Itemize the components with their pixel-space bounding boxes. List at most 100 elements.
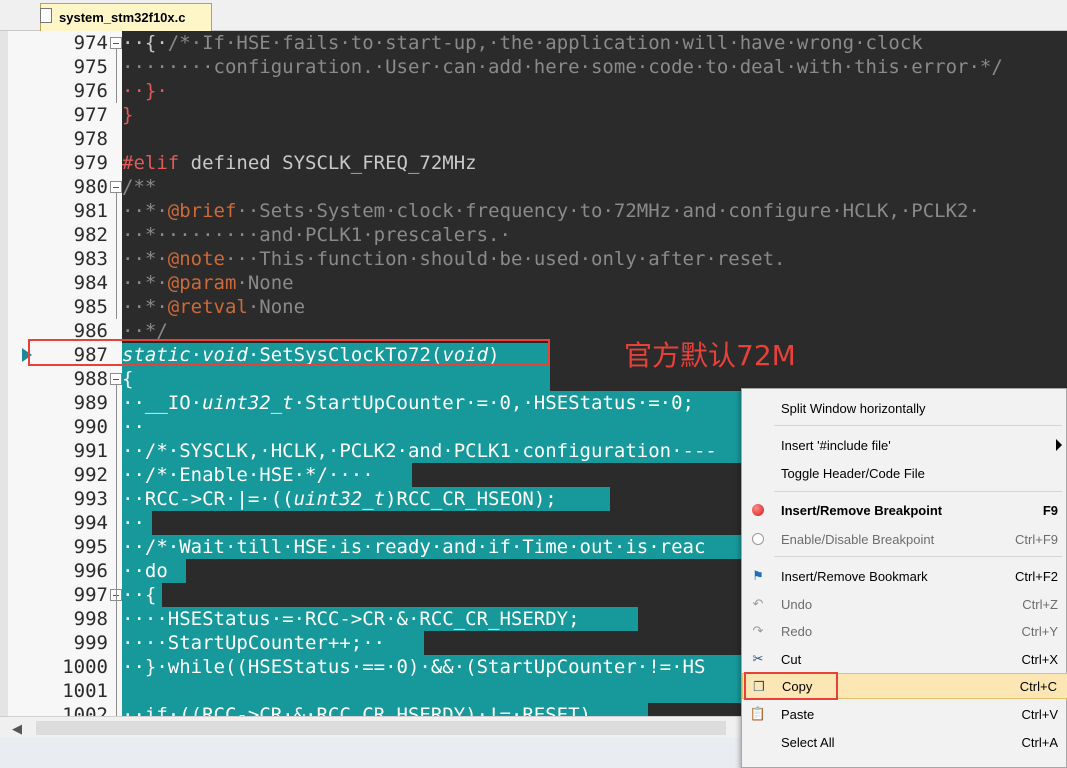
line-number: 997	[73, 584, 108, 606]
context-menu: Split Window horizontally Insert '#inclu…	[741, 388, 1067, 768]
line-number-row[interactable]: 976	[8, 79, 130, 103]
fold-toggle-icon[interactable]	[110, 181, 122, 193]
line-number-row[interactable]: 978	[8, 127, 130, 151]
horizontal-scrollbar[interactable]: ◀	[0, 716, 745, 738]
code-text: ··{·	[122, 32, 168, 54]
line-number-row[interactable]: 984	[8, 271, 130, 295]
line-number-row[interactable]: 1001	[8, 679, 130, 703]
line-number: 989	[73, 392, 108, 414]
line-number-row[interactable]: 993	[8, 487, 130, 511]
line-number-row[interactable]: 994	[8, 511, 130, 535]
type-keyword: uint32_t	[293, 488, 386, 510]
doc-tag: @brief	[167, 200, 237, 222]
menu-item-label: Cut	[781, 651, 802, 667]
annotation-text: 官方默认72M	[624, 339, 796, 372]
selection-highlight	[122, 679, 762, 703]
line-number-row[interactable]: 1000	[8, 655, 130, 679]
menu-item-undo[interactable]: ↶ Undo Ctrl+Z	[742, 591, 1067, 617]
line-number-row[interactable]: 990	[8, 415, 130, 439]
line-number-row[interactable]: 997	[8, 583, 130, 607]
menu-item-select-all[interactable]: Select All Ctrl+A	[742, 729, 1067, 755]
menu-item-shortcut: Ctrl+A	[1021, 734, 1058, 750]
paste-icon: 📋	[749, 706, 767, 721]
code-line: }	[122, 104, 134, 126]
menu-item-redo[interactable]: ↷ Redo Ctrl+Y	[742, 618, 1067, 644]
line-number-row[interactable]: 988	[8, 367, 130, 391]
line-number-row[interactable]: 982	[8, 223, 130, 247]
code-line: ····HSEStatus·=·RCC->CR·&·RCC_CR_HSERDY;	[122, 608, 580, 630]
menu-item-label: Split Window horizontally	[781, 400, 926, 416]
type-keyword: uint32_t	[202, 392, 294, 414]
line-number-row[interactable]: 977	[8, 103, 130, 127]
code-text: ·None	[236, 272, 294, 294]
menu-item-label: Select All	[781, 734, 835, 750]
menu-separator	[774, 425, 1062, 426]
line-number: 975	[73, 56, 108, 78]
code-text: ··*·	[122, 272, 168, 294]
highlight-box-copy	[744, 672, 838, 700]
menu-item-shortcut: F9	[1042, 502, 1058, 518]
line-number-row[interactable]: 991	[8, 439, 130, 463]
menu-item-shortcut: Ctrl+X	[1021, 651, 1058, 667]
line-number-row[interactable]: 983	[8, 247, 130, 271]
menu-item-bookmark[interactable]: ⚑ Insert/Remove Bookmark Ctrl+F2	[742, 563, 1067, 589]
line-number-row[interactable]: 974	[8, 31, 130, 55]
line-number-row[interactable]: 998	[8, 607, 130, 631]
line-number: 974	[73, 32, 108, 54]
line-number-row[interactable]: 1002	[8, 703, 130, 716]
menu-item-insert-include[interactable]: Insert '#include file'	[742, 432, 1067, 458]
breakpoint-disabled-icon	[750, 531, 766, 547]
menu-item-cut[interactable]: ✂ Cut Ctrl+X	[742, 646, 1067, 672]
line-number-row[interactable]: 975	[8, 55, 130, 79]
redo-icon: ↷	[752, 623, 764, 638]
menu-item-label: Enable/Disable Breakpoint	[781, 531, 935, 547]
scroll-left-icon[interactable]: ◀	[12, 721, 22, 737]
scissors-icon: ✂	[752, 651, 764, 666]
fold-guide-line	[116, 193, 117, 319]
menu-item-shortcut: Ctrl+C	[1019, 678, 1057, 694]
line-number: 976	[73, 80, 108, 102]
fold-toggle-icon[interactable]	[110, 373, 122, 385]
line-number: 996	[73, 560, 108, 582]
code-line: ··*·@retval·None	[122, 295, 305, 319]
breakpoint-icon	[750, 502, 766, 518]
line-number-row[interactable]: 981	[8, 199, 130, 223]
tab-system-stm32f10x[interactable]: system_stm32f10x.c	[40, 3, 212, 31]
code-line: ··*·@param·None	[122, 271, 294, 295]
menu-item-enable-breakpoint[interactable]: Enable/Disable Breakpoint Ctrl+F9	[742, 526, 1067, 552]
line-number-row[interactable]: 992	[8, 463, 130, 487]
code-text: ··Sets·System·clock·frequency·to·72MHz·a…	[236, 200, 980, 222]
code-line: ··}·	[122, 80, 168, 102]
fold-toggle-icon[interactable]	[110, 37, 122, 49]
line-number-row[interactable]: 995	[8, 535, 130, 559]
line-number: 998	[73, 608, 108, 630]
code-line: ··{	[122, 584, 157, 606]
menu-item-shortcut: Ctrl+Z	[1022, 596, 1058, 612]
menu-item-insert-breakpoint[interactable]: Insert/Remove Breakpoint F9	[742, 497, 1067, 523]
code-line: ··}·while((HSEStatus·==·0)·&&·(StartUpCo…	[122, 656, 706, 678]
code-text: )RCC_CR_HSEON);	[385, 488, 557, 510]
line-number-row[interactable]: 999	[8, 631, 130, 655]
code-line: ··if·((RCC->CR·&·RCC_CR_HSERDY)·!=·RESET…	[122, 704, 591, 716]
menu-item-shortcut: Ctrl+F9	[1015, 531, 1058, 547]
line-number-gutter[interactable]: 974 975 976 977 978 979 980 981 982 983 984 985 986 9…	[0, 31, 122, 716]
menu-item-paste[interactable]: 📋 Paste Ctrl+V	[742, 701, 1067, 727]
menu-item-split-window[interactable]: Split Window horizontally	[742, 395, 1067, 421]
code-line: ··*·@note···This·function·should·be·used…	[122, 247, 785, 271]
line-number-row[interactable]: 996	[8, 559, 130, 583]
code-line: ··*·········and·PCLK1·prescalers.·	[122, 224, 511, 246]
menu-item-toggle-header[interactable]: Toggle Header/Code File	[742, 460, 1067, 486]
line-number-row[interactable]: 985	[8, 295, 130, 319]
menu-separator	[774, 491, 1062, 492]
line-number: 1000	[62, 656, 108, 678]
line-number-row[interactable]: 979	[8, 151, 130, 175]
menu-separator	[774, 556, 1062, 557]
doc-tag: @note	[167, 248, 225, 270]
scroll-thumb[interactable]	[36, 721, 726, 735]
line-number-row[interactable]: 989	[8, 391, 130, 415]
code-line: ··	[122, 416, 145, 438]
doc-tag: @retval	[167, 296, 248, 318]
line-number-row[interactable]: 980	[8, 175, 130, 199]
tab-label: system_stm32f10x.c	[59, 10, 186, 25]
code-line: ··*·@brief··Sets·System·clock·frequency·…	[122, 199, 980, 223]
